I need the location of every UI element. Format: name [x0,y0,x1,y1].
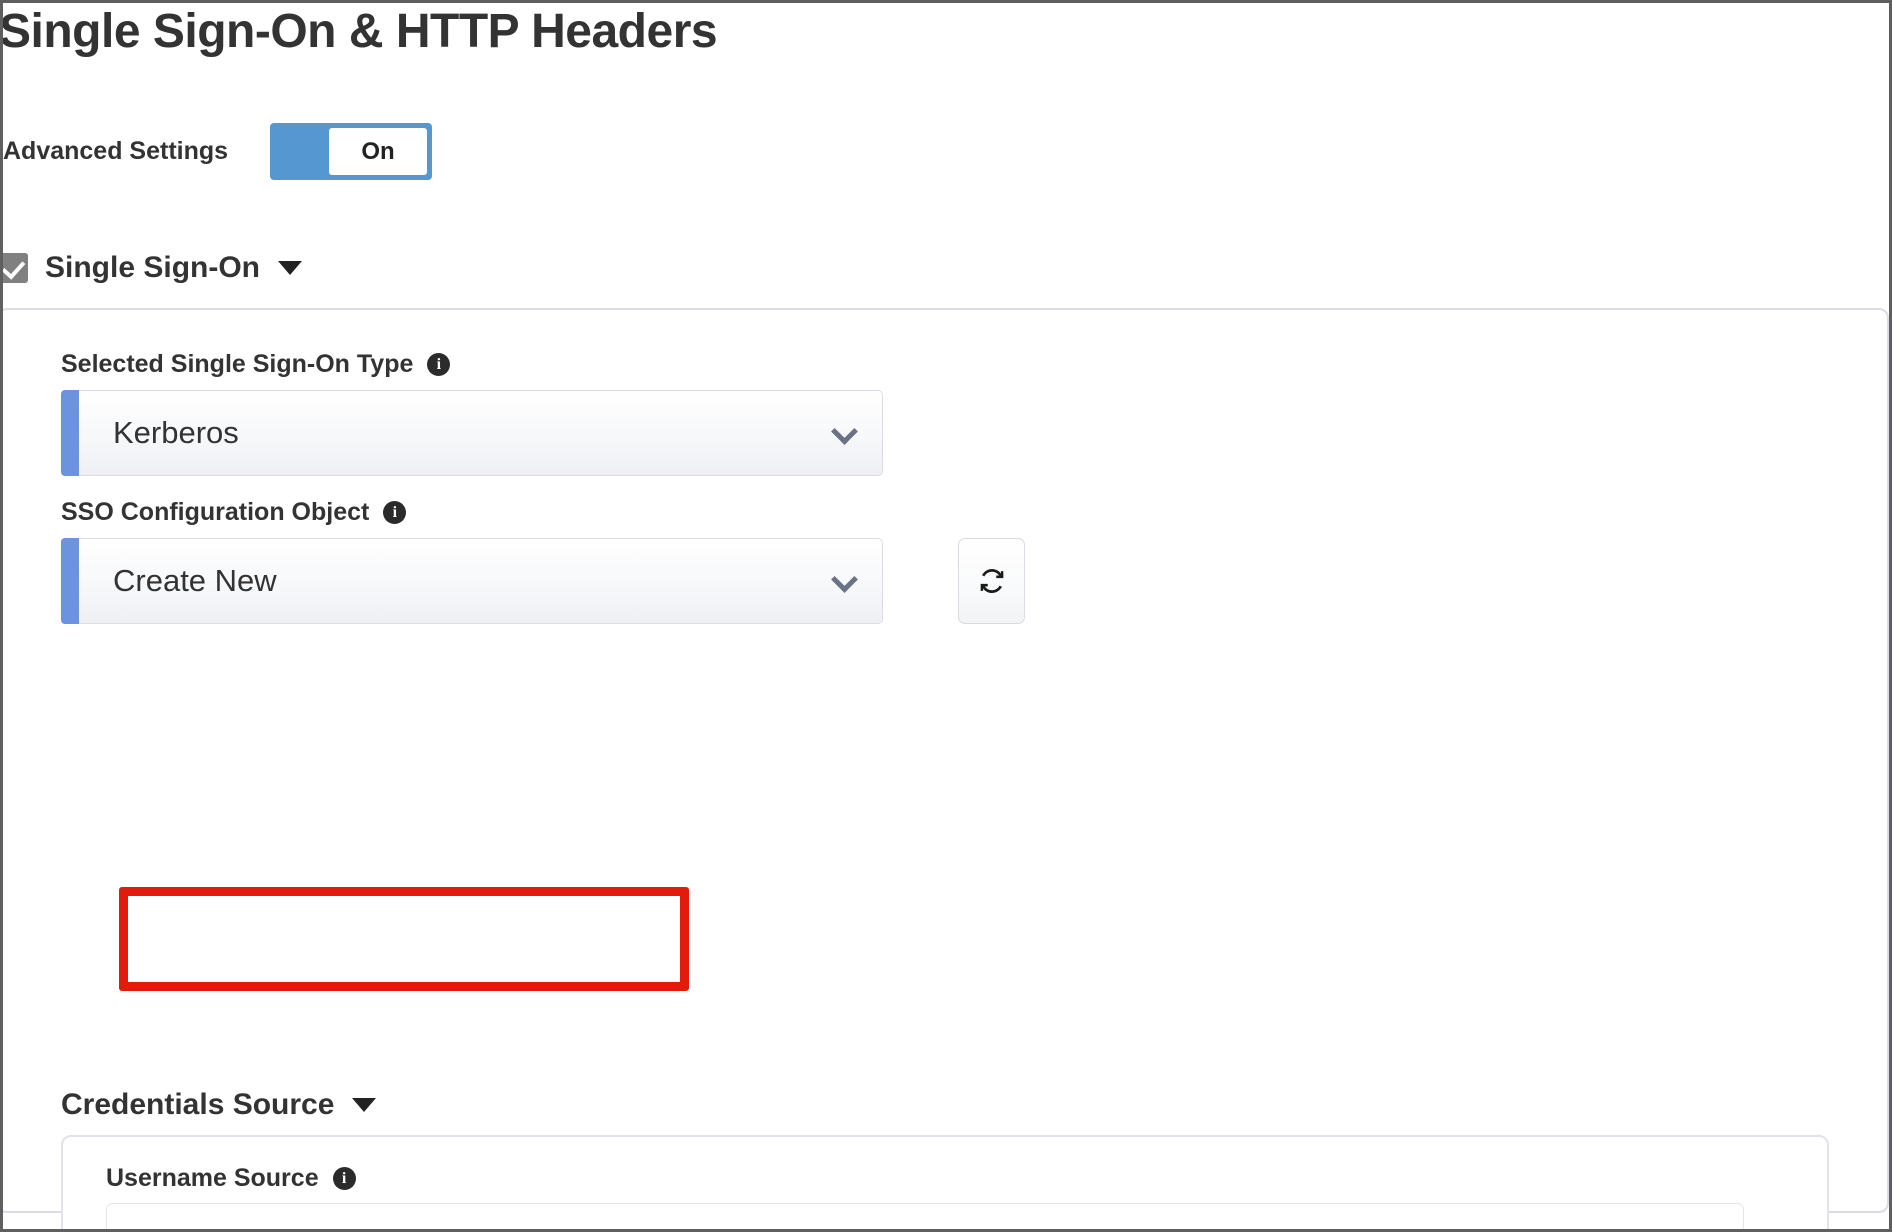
chevron-down-icon[interactable] [831,418,858,445]
select-accent-bar [61,390,79,476]
advanced-settings-label: Advanced Settings [3,137,228,166]
page-title: Single Sign-On & HTTP Headers [0,4,717,59]
single-sign-on-panel: Selected Single Sign-On Type i Kerberos … [0,308,1889,1213]
select-box[interactable]: Kerberos [79,390,883,476]
sso-type-label: Selected Single Sign-On Type [61,350,413,379]
select-box[interactable]: Create New [79,538,883,624]
credentials-source-section-header[interactable]: Credentials Source [61,1088,376,1122]
single-sign-on-title: Single Sign-On [45,251,260,285]
refresh-button[interactable] [958,538,1025,624]
settings-screen: Single Sign-On & HTTP Headers Advanced S… [0,0,1892,1232]
sso-type-selected-value: Kerberos [113,415,239,451]
chevron-down-icon[interactable] [352,1098,376,1112]
single-sign-on-checkbox[interactable] [0,253,28,283]
sso-config-object-field: SSO Configuration Object i Create New [61,498,883,624]
username-source-field: Username Source i session.saml.last.iden… [106,1164,1744,1232]
sso-config-object-label: SSO Configuration Object [61,498,369,527]
sso-config-object-selected-value: Create New [113,563,277,599]
info-icon[interactable]: i [427,353,450,376]
credentials-source-title: Credentials Source [61,1088,334,1122]
username-source-input[interactable]: session.saml.last.identity [106,1203,1744,1232]
refresh-icon [975,564,1009,598]
sso-type-select[interactable]: Kerberos [61,390,883,476]
sso-type-label-row: Selected Single Sign-On Type i [61,350,883,379]
sso-config-object-label-row: SSO Configuration Object i [61,498,883,527]
sso-type-field: Selected Single Sign-On Type i Kerberos [61,350,883,476]
advanced-settings-toggle[interactable]: On [270,123,432,180]
username-source-label: Username Source [106,1164,319,1193]
toggle-knob-label: On [329,128,427,175]
select-accent-bar [61,538,79,624]
sso-config-object-select[interactable]: Create New [61,538,883,624]
info-icon[interactable]: i [383,501,406,524]
username-source-label-row: Username Source i [106,1164,1744,1193]
credentials-source-panel: Username Source i session.saml.last.iden… [61,1135,1829,1232]
chevron-down-icon[interactable] [831,566,858,593]
single-sign-on-section-header[interactable]: Single Sign-On [0,251,302,285]
chevron-down-icon[interactable] [278,261,302,275]
info-icon[interactable]: i [333,1167,356,1190]
advanced-settings-row: Advanced Settings On [3,123,432,180]
